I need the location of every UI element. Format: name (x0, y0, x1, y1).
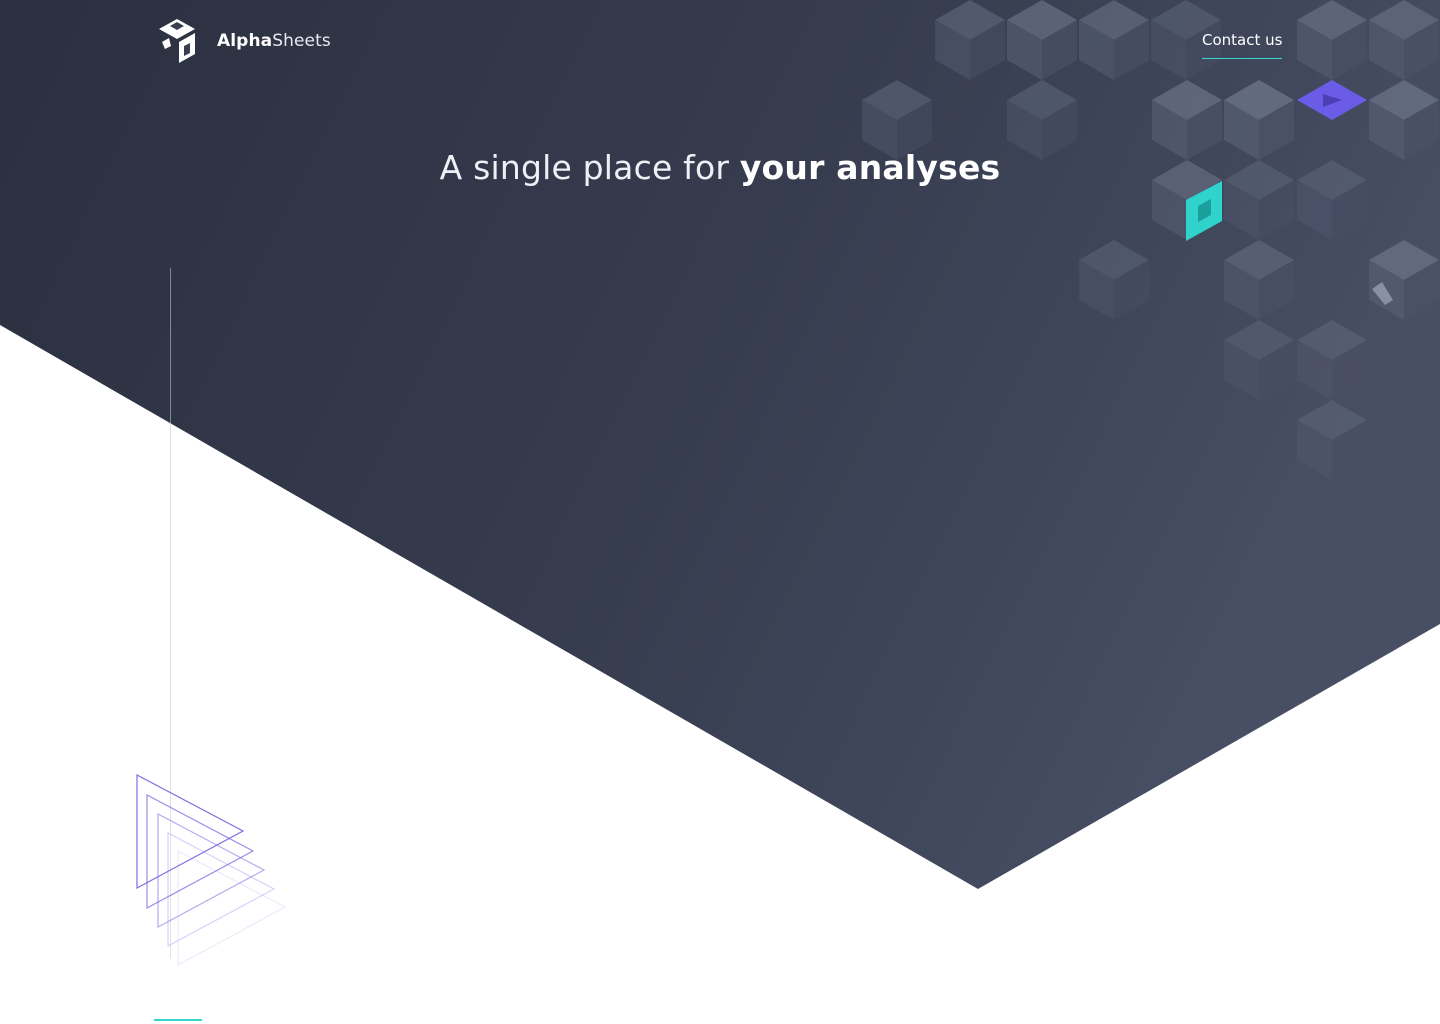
bottom-accent-bar (154, 1019, 202, 1021)
landing-page: AlphaSheets Contact us A single place fo… (0, 0, 1440, 1024)
hero-headline: A single place for your analyses (0, 148, 1440, 187)
cube-logo-icon (159, 19, 195, 63)
headline-bold-text: your analyses (739, 148, 1001, 187)
headline-light-text: A single place for (439, 148, 740, 187)
brand-name-bold: Alpha (217, 31, 273, 51)
brand-logo-link[interactable]: AlphaSheets (157, 18, 331, 64)
site-header: AlphaSheets Contact us (0, 0, 1440, 86)
brand-name: AlphaSheets (217, 31, 331, 51)
contact-us-link[interactable]: Contact us (1202, 31, 1283, 59)
brand-name-light: Sheets (272, 31, 331, 51)
